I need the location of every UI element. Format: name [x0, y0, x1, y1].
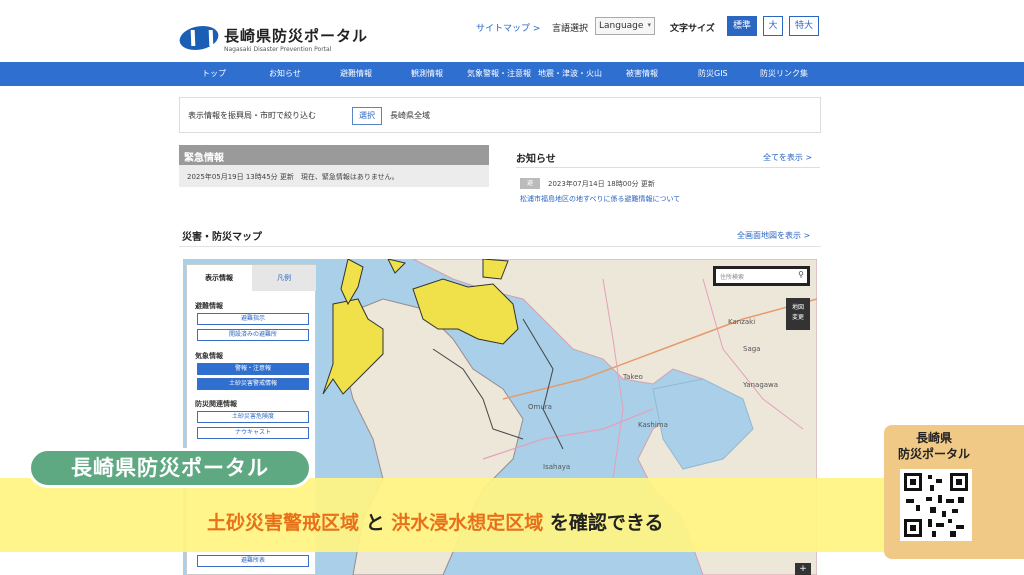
main-nav: トップ お知らせ 避難情報 観測情報 気象警報・注意報 地震・津波・火山 被害情… [0, 62, 1024, 86]
layer-button-landslide-alert[interactable]: 土砂災害警戒情報 [197, 378, 309, 390]
notice-date: 2023年07月14日 18時00分 更新 [548, 180, 655, 188]
language-select-value: Language [599, 21, 644, 31]
filter-select-button[interactable]: 選択 [352, 107, 382, 125]
logo-subtitle: Nagasaki Disaster Prevention Portal [224, 46, 332, 53]
portal-page: 長崎県防災ポータル Nagasaki Disaster Prevention P… [0, 0, 1024, 575]
portal-name-pill: 長崎県防災ポータル [28, 448, 312, 488]
logo-title: 長崎県防災ポータル [224, 27, 369, 45]
caption-highlight-flood: 洪水浸水想定区域 [391, 512, 544, 534]
emergency-title: 緊急情報 [179, 145, 489, 165]
filter-value: 長崎県全域 [390, 111, 430, 120]
caption-suffix: を確認できる [543, 512, 664, 534]
map-label-kashima: Kashima [638, 421, 668, 429]
tab-legend[interactable]: 凡例 [252, 265, 316, 291]
layer-button-landslide-risk[interactable]: 土砂災害危険度 [197, 411, 309, 423]
font-size-large-button[interactable]: 大 [763, 16, 783, 36]
map-fullscreen-link[interactable]: 全画面地図を表示 > [737, 230, 810, 241]
map-switch-label: 地図 変更 [791, 304, 804, 321]
zoom-in-button[interactable]: + [795, 563, 811, 575]
map-boundary-2 [522, 318, 564, 450]
notices-view-all-link[interactable]: 全てを表示 > [763, 152, 812, 163]
caption-highlight-landslide: 土砂災害警戒区域 [207, 512, 360, 534]
font-size-standard-button[interactable]: 標準 [727, 16, 757, 36]
nav-item-damage[interactable]: 被害情報 [626, 68, 658, 79]
panel-group-evacuation: 避難情報 [195, 302, 223, 310]
notices-title: お知らせ [516, 154, 556, 165]
map-switch-button[interactable]: 地図 変更 [786, 298, 810, 330]
tab-display-info[interactable]: 表示情報 [187, 265, 251, 291]
site-logo[interactable]: 長崎県防災ポータル Nagasaki Disaster Prevention P… [176, 24, 380, 60]
map-label-takeo: Takeo [622, 373, 643, 381]
map-warning-zone-tsushima [387, 259, 406, 274]
nav-item-weather-warnings[interactable]: 気象警報・注意報 [467, 68, 531, 79]
nav-item-evacuation[interactable]: 避難情報 [340, 68, 372, 79]
nav-item-news[interactable]: お知らせ [269, 68, 301, 79]
layer-button-warnings[interactable]: 警報・注意報 [197, 363, 309, 375]
nav-item-observation[interactable]: 観測情報 [411, 68, 443, 79]
map-address-search[interactable]: 住所検索 ⚲ [713, 266, 810, 286]
notice-category-badge: 避 [520, 178, 540, 189]
map-section-title: 災害・防災マップ [182, 232, 262, 243]
layer-button-shelter-table[interactable]: 避難所表 [197, 555, 309, 567]
map-label-isahaya: Isahaya [543, 463, 570, 471]
notices-divider [516, 167, 820, 168]
map-label-kanzaki: Kanzaki [728, 318, 755, 326]
caption-connector: と [359, 512, 392, 534]
qr-title: 長崎県 防災ポータル [897, 431, 970, 461]
map-section-divider [179, 246, 821, 247]
qr-code-icon[interactable] [900, 469, 972, 541]
nav-item-earthquake[interactable]: 地震・津波・火山 [538, 68, 602, 79]
logo-mark-icon [176, 26, 222, 50]
qr-panel: 長崎県 防災ポータル [884, 425, 1024, 559]
map-label-saga: Saga [743, 345, 760, 353]
search-icon[interactable]: ⚲ [798, 270, 804, 279]
map-label-yanagawa: Yanagawa [742, 381, 778, 389]
layer-button-open-shelters[interactable]: 開設済みの避難所 [197, 329, 309, 341]
panel-group-related: 防災関連情報 [195, 400, 237, 408]
font-size-label: 文字サイズ [670, 24, 715, 34]
language-select[interactable]: Language ▾ [595, 17, 655, 35]
caption-text: 土砂災害警戒区域 と 洪水浸水想定区域 を確認できる [207, 508, 664, 535]
language-label: 言語選択 [552, 24, 589, 34]
map-warning-zone-hirado [340, 259, 364, 306]
layer-button-evacuation-order[interactable]: 避難指示 [197, 313, 309, 325]
notice-link[interactable]: 松浦市福島地区の地すべりに係る避難情報について [520, 194, 680, 204]
nav-item-gis[interactable]: 防災GIS [698, 68, 728, 79]
font-size-xlarge-button[interactable]: 特大 [789, 16, 819, 36]
map-search-input[interactable]: 住所検索 ⚲ [716, 269, 807, 283]
filter-label: 表示情報を振興局・市町で絞り込む [188, 111, 316, 120]
nav-item-links[interactable]: 防災リンク集 [760, 68, 808, 79]
panel-group-weather: 気象情報 [195, 352, 223, 360]
chevron-down-icon: ▾ [647, 21, 651, 29]
area-filter: 表示情報を振興局・市町で絞り込む 選択 長崎県全域 [179, 97, 821, 133]
nav-item-top[interactable]: トップ [202, 68, 226, 79]
map-label-omura: Omura [528, 403, 552, 411]
sitemap-link[interactable]: サイトマップ > [476, 21, 540, 34]
emergency-message: 2025年05月19日 13時45分 更新 現在、緊急情報はありません。 [179, 165, 489, 187]
site-header: 長崎県防災ポータル Nagasaki Disaster Prevention P… [0, 12, 1024, 62]
map-search-placeholder: 住所検索 [720, 274, 745, 281]
layer-button-nowcast[interactable]: ナウキャスト [197, 427, 309, 439]
